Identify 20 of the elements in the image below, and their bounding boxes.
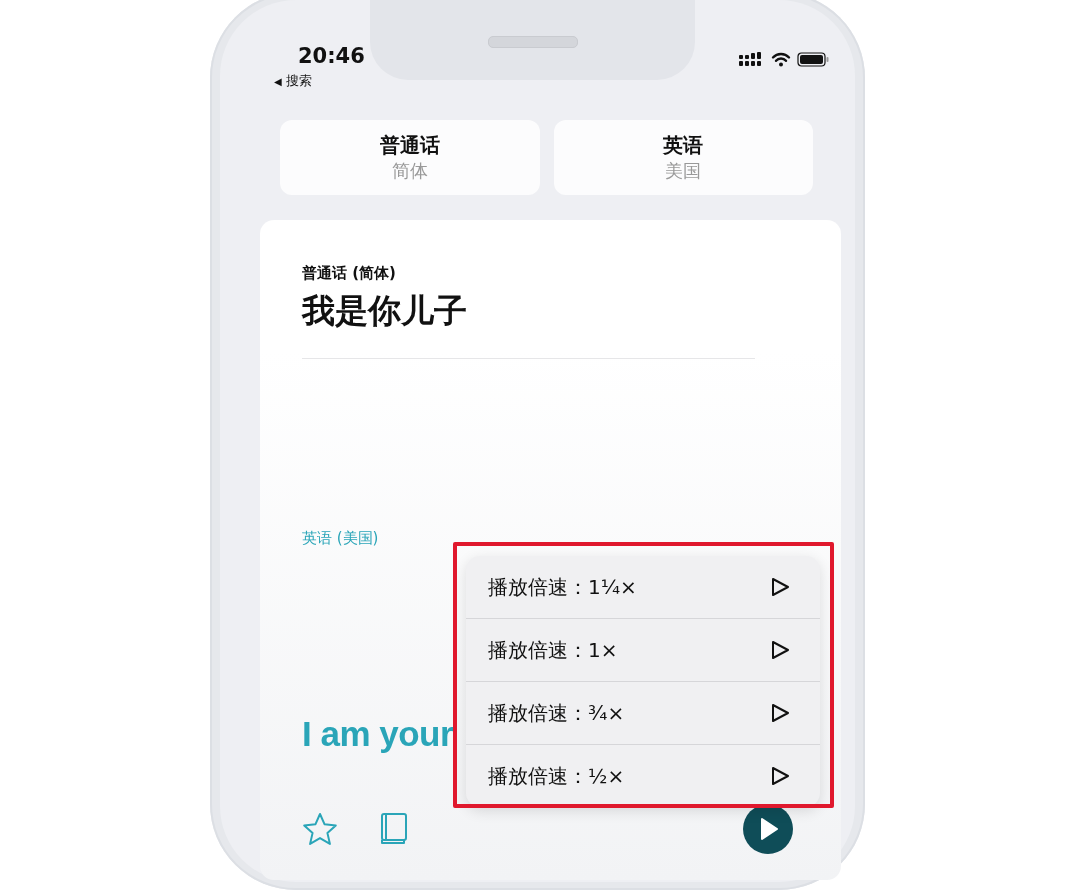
- menu-item[interactable]: 播放倍速：½×: [466, 744, 820, 807]
- back-link[interactable]: ◀ 搜索: [274, 72, 365, 90]
- source-language-label: 普通话 (简体): [302, 264, 397, 283]
- star-icon[interactable]: [302, 812, 338, 846]
- clock-time: 20:46: [298, 44, 365, 68]
- target-language-label: 英语 (美国): [302, 529, 380, 548]
- menu-item[interactable]: 播放倍速：1×: [466, 618, 820, 681]
- menu-item[interactable]: 播放倍速：¾×: [466, 681, 820, 744]
- translated-text: I am your: [302, 714, 454, 754]
- source-text: 我是你儿子: [302, 290, 468, 332]
- language-button[interactable]: 普通话 简体: [280, 120, 540, 195]
- play-icon: [770, 703, 790, 723]
- book-icon[interactable]: [380, 812, 408, 846]
- play-icon: [770, 766, 790, 786]
- play-icon: [770, 577, 790, 597]
- wifi-icon: [771, 52, 791, 67]
- menu-item[interactable]: 播放倍速：1¼×: [466, 556, 820, 618]
- language-button[interactable]: 英语 美国: [553, 120, 813, 195]
- battery-icon: [797, 52, 829, 67]
- play-icon: [770, 640, 790, 660]
